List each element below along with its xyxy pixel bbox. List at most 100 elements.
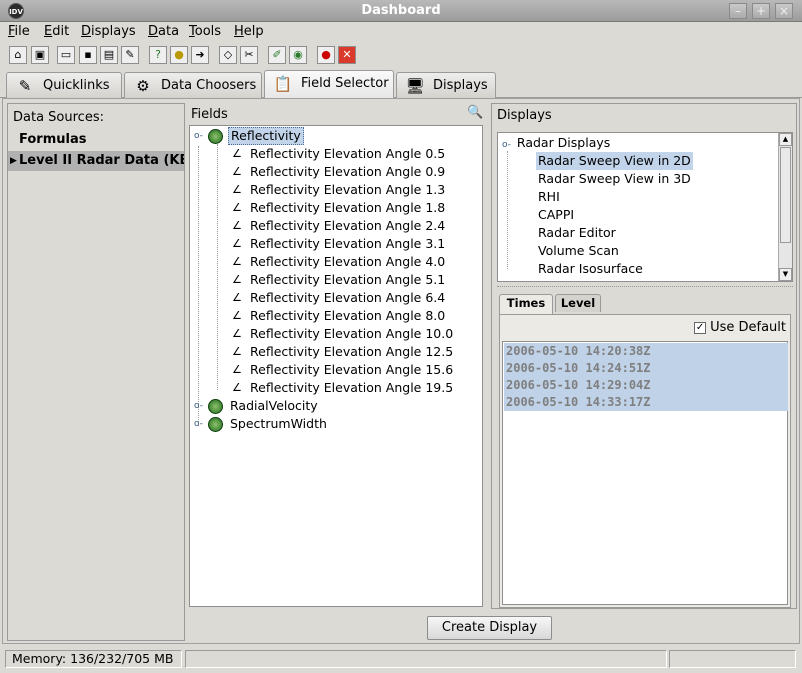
menu-tools[interactable]: Tools	[189, 24, 221, 39]
angle-icon: ∠	[232, 345, 242, 358]
split-divider[interactable]	[497, 286, 793, 290]
source-item-radar-data[interactable]: ▶ Level II Radar Data (KBM	[8, 151, 184, 171]
close-window-button[interactable]: ×	[775, 3, 793, 19]
scroll-thumb[interactable]	[780, 147, 791, 243]
tab-times[interactable]: Times	[499, 294, 553, 314]
create-display-button[interactable]: Create Display	[427, 616, 552, 640]
minimize-button[interactable]: –	[729, 3, 747, 19]
toolbar: ⌂ ▣ ▭ ▪ ▤ ✎ ? ● ➜ ◇ ✂ ✐ ◉ ● ✕	[0, 44, 802, 68]
expand-handle-icon[interactable]: o-	[194, 127, 204, 145]
tree-group-spectrumwidth[interactable]: o- SpectrumWidth	[194, 415, 474, 433]
display-item[interactable]: RHI	[538, 188, 560, 206]
tab-quicklinks[interactable]: ✎ Quicklinks	[6, 72, 122, 98]
fields-panel: Fields 🔍 o- Reflectivity ∠ Reflectivity E…	[189, 103, 487, 609]
display-item[interactable]: Radar Sweep View in 3D	[538, 170, 691, 188]
tree-guide-line	[507, 151, 508, 269]
display-item[interactable]: Radar Sweep View in 2D	[536, 152, 693, 170]
clipboard-icon: 📋	[273, 75, 293, 93]
tab-data-choosers[interactable]: ⚙ Data Choosers	[124, 72, 262, 98]
data-sources-panel: Data Sources: Formulas ▶ Level II Radar …	[7, 103, 185, 641]
menu-data[interactable]: Data	[148, 24, 179, 39]
status-bar: Memory: 136/232/705 MB	[0, 648, 802, 670]
time-item[interactable]: 2006-05-10 14:29:04Z	[504, 377, 788, 394]
menu-displays[interactable]: Displays	[81, 24, 136, 39]
fields-tree: o- Reflectivity ∠ Reflectivity Elevation …	[189, 125, 483, 607]
displays-panel: Displays o- Radar Displays Radar Sweep V…	[491, 103, 797, 609]
field-selector-panel: Data Sources: Formulas ▶ Level II Radar …	[2, 98, 800, 644]
group-label: Radar Displays	[516, 135, 611, 150]
angle-icon: ∠	[232, 381, 242, 394]
time-item[interactable]: 2006-05-10 14:24:51Z	[504, 360, 788, 377]
quicklinks-icon: ✎	[18, 77, 32, 95]
tab-label: Displays	[433, 78, 488, 93]
angle-icon: ∠	[232, 255, 242, 268]
display-group-radar[interactable]: o- Radar Displays	[502, 134, 610, 152]
display-item[interactable]: Volume Scan	[538, 242, 619, 260]
stop-icon[interactable]: ●	[317, 46, 335, 64]
angle-icon: ∠	[232, 219, 242, 232]
help-icon[interactable]: ?	[149, 46, 167, 64]
displays-scrollbar[interactable]: ▲ ▼	[778, 133, 792, 281]
tab-label: Field Selector	[301, 76, 389, 91]
tab-field-selector[interactable]: 📋 Field Selector	[264, 70, 394, 99]
forward-icon[interactable]: ➜	[191, 46, 209, 64]
display-item[interactable]: CAPPI	[538, 206, 574, 224]
edit-icon[interactable]: ✐	[268, 46, 286, 64]
search-icon[interactable]: 🔍	[467, 105, 483, 120]
menu-bar: File Edit Displays Data Tools Help	[0, 22, 802, 42]
tip-icon[interactable]: ●	[170, 46, 188, 64]
time-item[interactable]: 2006-05-10 14:20:38Z	[504, 343, 788, 360]
scroll-down-icon[interactable]: ▼	[779, 268, 792, 281]
erase-icon[interactable]: ◇	[219, 46, 237, 64]
properties-icon[interactable]: ✎	[121, 46, 139, 64]
tree-guide-line	[198, 146, 199, 426]
scroll-up-icon[interactable]: ▲	[779, 133, 792, 146]
new-window-icon[interactable]: ▣	[31, 46, 49, 64]
angle-icon: ∠	[232, 201, 242, 214]
home-icon[interactable]: ⌂	[9, 46, 27, 64]
cut-icon[interactable]: ✂	[240, 46, 258, 64]
menu-help[interactable]: Help	[234, 24, 264, 39]
menu-edit[interactable]: Edit	[44, 24, 69, 39]
times-list: 2006-05-10 14:20:38Z 2006-05-10 14:24:51…	[502, 341, 788, 605]
angle-icon: ∠	[232, 147, 242, 160]
angle-icon: ∠	[232, 291, 242, 304]
globe-icon[interactable]: ◉	[289, 46, 307, 64]
main-tabs: ✎ Quicklinks ⚙ Data Choosers 📋 Field Sel…	[0, 70, 802, 99]
checkmark-icon[interactable]: ✓	[694, 321, 707, 334]
group-label: RadialVelocity	[230, 398, 318, 413]
parameter-icon	[208, 399, 223, 414]
tab-label: Data Choosers	[161, 78, 257, 93]
menu-file[interactable]: File	[8, 24, 30, 39]
angle-icon: ∠	[232, 273, 242, 286]
save-as-icon[interactable]: ▤	[100, 46, 118, 64]
tab-level[interactable]: Level	[555, 294, 601, 312]
display-item[interactable]: Radar Editor	[538, 224, 616, 242]
maximize-button[interactable]: +	[752, 3, 770, 19]
angle-icon: ∠	[232, 237, 242, 250]
expand-handle-icon[interactable]: o-	[194, 415, 204, 433]
displays-tree: o- Radar Displays Radar Sweep View in 2D…	[497, 132, 793, 282]
use-default-checkbox[interactable]: ✓ Use Default	[694, 320, 786, 335]
tree-guide-line	[217, 144, 218, 390]
tab-displays[interactable]: 🖥 Displays	[396, 72, 496, 98]
angle-icon: ∠	[232, 363, 242, 376]
expand-handle-icon[interactable]: o-	[502, 140, 511, 150]
expand-handle-icon[interactable]: o-	[194, 397, 204, 415]
close-icon[interactable]: ✕	[338, 46, 356, 64]
time-item[interactable]: 2006-05-10 14:33:17Z	[504, 394, 788, 411]
tree-group-reflectivity[interactable]: o- Reflectivity	[194, 127, 474, 145]
memory-status[interactable]: Memory: 136/232/705 MB	[5, 650, 182, 668]
tree-group-radialvelocity[interactable]: o- RadialVelocity	[194, 397, 474, 415]
source-item-formulas[interactable]: Formulas	[8, 130, 184, 150]
open-folder-icon[interactable]: ▭	[57, 46, 75, 64]
angle-icon: ∠	[232, 309, 242, 322]
save-icon[interactable]: ▪	[79, 46, 97, 64]
use-default-label: Use Default	[710, 320, 786, 335]
monitor-icon: 🖥	[405, 77, 425, 95]
caret-right-icon: ▶	[10, 156, 17, 166]
title-bar: IDV Dashboard – + ×	[0, 0, 802, 22]
parameter-icon	[208, 129, 223, 144]
display-item[interactable]: Radar Isosurface	[538, 260, 643, 278]
angle-icon: ∠	[232, 327, 242, 340]
